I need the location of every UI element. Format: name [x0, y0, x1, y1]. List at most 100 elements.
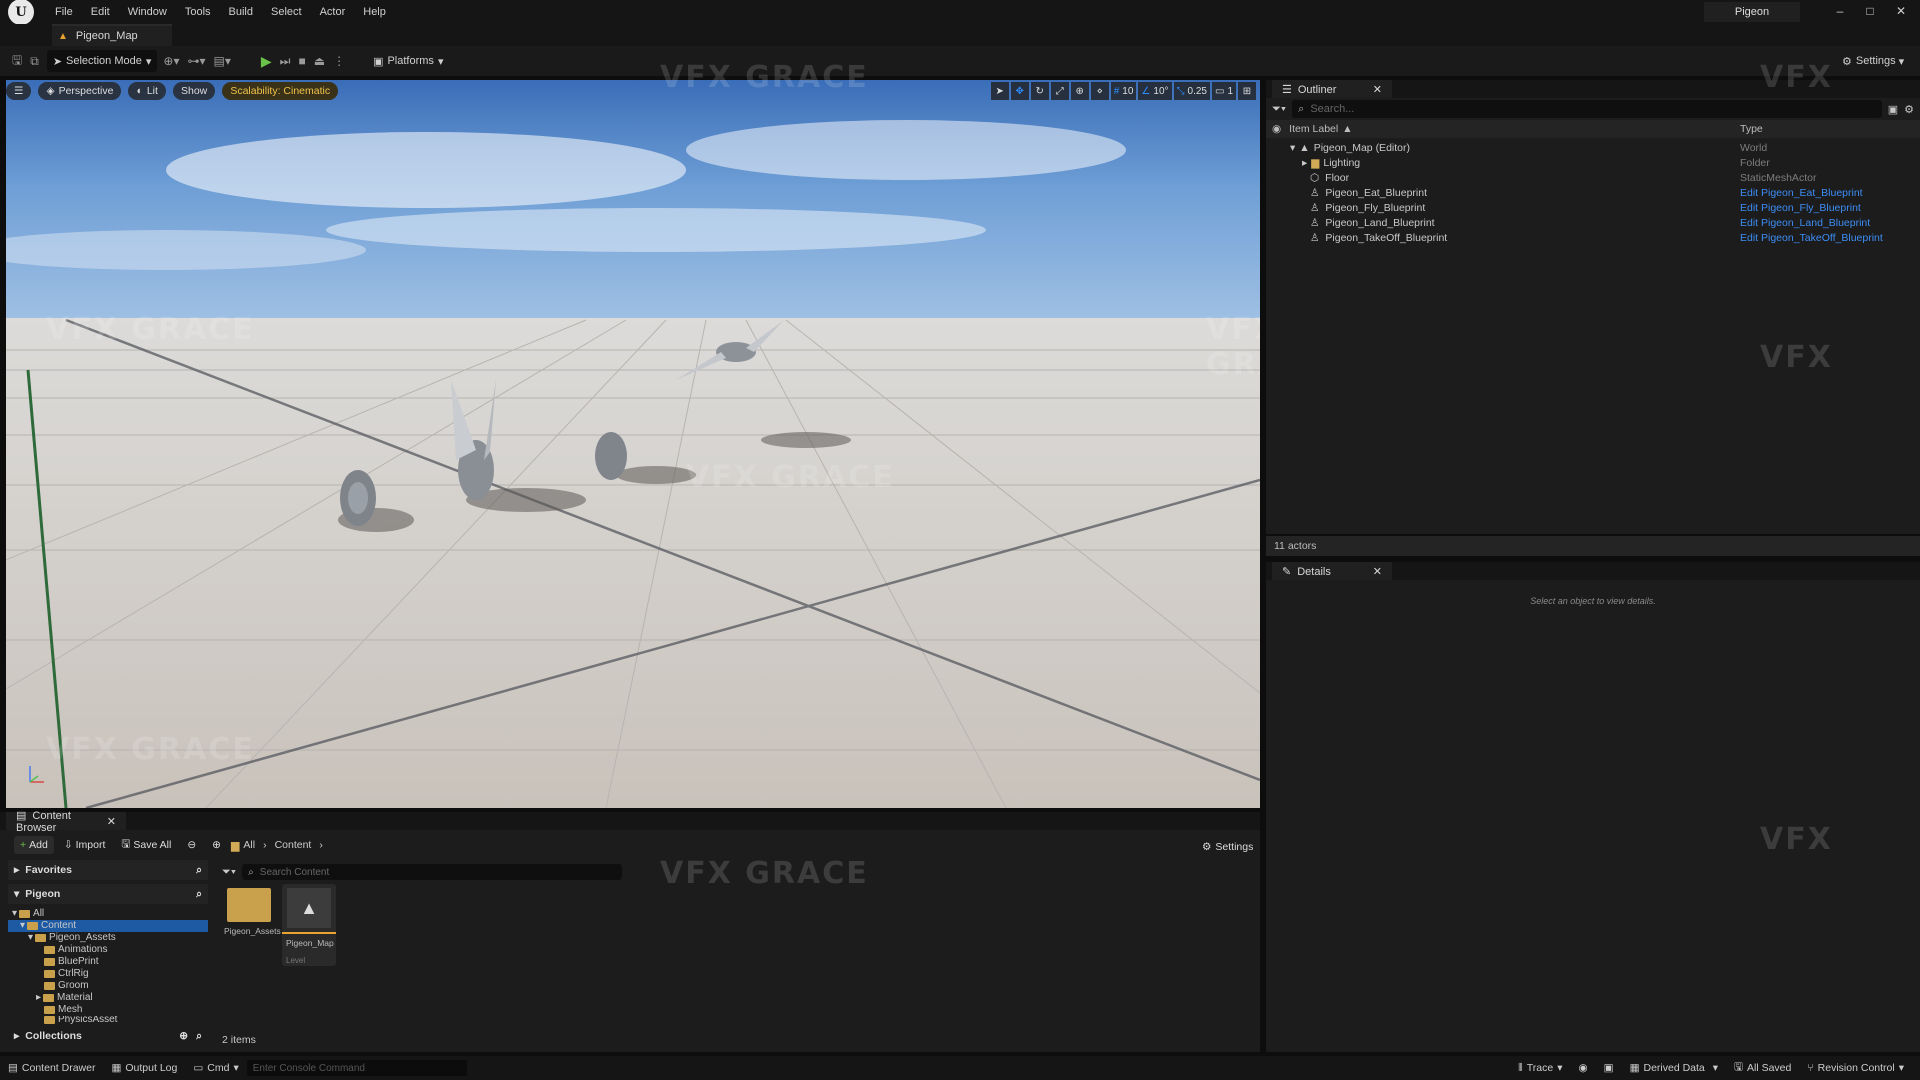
select-tool-icon[interactable]: ➤	[990, 82, 1009, 100]
close-tab-icon[interactable]: ✕	[1373, 565, 1382, 578]
show-button[interactable]: Show	[172, 82, 216, 100]
translate-tool-icon[interactable]: ✥	[1010, 82, 1029, 100]
filter-icon[interactable]: ⏷▾	[222, 866, 236, 879]
outliner-row[interactable]: ♙ Pigeon_TakeOff_Blueprint Edit Pigeon_Ta…	[1266, 230, 1920, 245]
scalability-badge[interactable]: Scalability: Cinematic	[222, 82, 339, 100]
menu-edit[interactable]: Edit	[82, 6, 119, 18]
surface-snap-icon[interactable]: ⋄	[1090, 82, 1109, 100]
tab-outliner[interactable]: ☰ Outliner ✕	[1272, 80, 1392, 98]
search-icon[interactable]: ⌕	[196, 888, 202, 901]
cinematics-icon[interactable]: ▤▾	[214, 54, 231, 68]
cmd-dropdown[interactable]: ▭ Cmd ▾	[185, 1062, 246, 1074]
add-collection-icon[interactable]: ⊕	[179, 1030, 188, 1042]
expand-arrow-icon[interactable]: ▸	[1302, 157, 1307, 169]
add-actor-icon[interactable]: ⊕▾	[163, 54, 179, 68]
platforms-dropdown[interactable]: ▣ Platforms ▾	[367, 50, 449, 72]
collapse-arrow-icon[interactable]: ▾	[1290, 142, 1295, 154]
camera-speed-button[interactable]: ▭ 1	[1211, 82, 1236, 100]
menu-help[interactable]: Help	[354, 6, 395, 18]
output-log-button[interactable]: ▦ Output Log	[103, 1062, 185, 1074]
viewport-layout-icon[interactable]: ⊞	[1238, 82, 1256, 100]
add-folder-icon[interactable]: ▣	[1888, 103, 1898, 116]
tree-item[interactable]: Groom	[8, 980, 208, 992]
scale-snap-button[interactable]: ⤡ 0.25	[1173, 82, 1210, 100]
visibility-icon[interactable]: ◉	[1272, 123, 1281, 135]
tree-item[interactable]: CtrlRig	[8, 968, 208, 980]
tree-item[interactable]: ▸ Material	[8, 992, 208, 1004]
search-icon[interactable]: ⌕	[196, 1030, 202, 1043]
outliner-row[interactable]: ♙ Pigeon_Land_Blueprint Edit Pigeon_Land_…	[1266, 215, 1920, 230]
level-viewport[interactable]: VFX GRACE VFX GRACE VFX GRACE VFX GRACE	[6, 80, 1260, 808]
unreal-logo-icon[interactable]: U	[8, 0, 34, 25]
outliner-row[interactable]: ⬡ Floor StaticMeshActor	[1266, 170, 1920, 185]
asset-tile[interactable]: ▲ Pigeon_Map Level	[282, 884, 336, 966]
stop-icon[interactable]: ■	[298, 54, 305, 68]
col-item-label[interactable]: Item Label	[1289, 123, 1338, 135]
outliner-row[interactable]: ♙ Pigeon_Eat_Blueprint Edit Pigeon_Eat_Bl…	[1266, 185, 1920, 200]
settings-button[interactable]: ⚙ Settings ▾	[1836, 50, 1910, 72]
outliner-row[interactable]: ♙ Pigeon_Fly_Blueprint Edit Pigeon_Fly_Bl…	[1266, 200, 1920, 215]
close-tab-icon[interactable]: ✕	[1373, 83, 1382, 96]
forward-icon[interactable]: ⊕	[206, 836, 227, 854]
edit-blueprint-link[interactable]: Edit Pigeon_Land_Blueprint	[1740, 217, 1870, 229]
browse-icon[interactable]: ⧉	[30, 54, 39, 69]
tab-pigeon-map[interactable]: ▲ Pigeon_Map	[52, 24, 172, 46]
trace-dropdown[interactable]: ⦀ Trace ▾	[1510, 1062, 1570, 1075]
menu-build[interactable]: Build	[220, 6, 262, 18]
lit-button[interactable]: ◐ Lit	[128, 82, 166, 100]
search-icon[interactable]: ⌕	[196, 864, 202, 877]
menu-actor[interactable]: Actor	[311, 6, 355, 18]
play-icon[interactable]: ▶	[261, 53, 272, 70]
tab-details[interactable]: ✎ Details ✕	[1272, 562, 1392, 580]
close-tab-icon[interactable]: ✕	[107, 815, 116, 828]
asset-tile[interactable]: Pigeon_Assets	[222, 884, 281, 966]
edit-blueprint-link[interactable]: Edit Pigeon_TakeOff_Blueprint	[1740, 232, 1883, 244]
settings-gear-icon[interactable]: ⚙	[1904, 103, 1914, 116]
perspective-button[interactable]: ◈ Perspective	[38, 82, 122, 100]
edit-blueprint-link[interactable]: Edit Pigeon_Eat_Blueprint	[1740, 187, 1863, 199]
viewport-menu-icon[interactable]: ☰	[6, 82, 32, 100]
add-button[interactable]: + Add	[14, 836, 54, 854]
edit-blueprint-link[interactable]: Edit Pigeon_Fly_Blueprint	[1740, 202, 1861, 214]
tree-item[interactable]: PhysicsAsset	[8, 1016, 208, 1024]
outliner-row[interactable]: ▾ ▲ Pigeon_Map (Editor) World	[1266, 140, 1920, 155]
tab-content-browser[interactable]: ▤ Content Browser ✕	[6, 810, 126, 834]
selection-mode-dropdown[interactable]: ➤ Selection Mode ▾	[46, 50, 158, 72]
revision-control-dropdown[interactable]: ⑂ Revision Control ▾	[1799, 1062, 1912, 1074]
menu-tools[interactable]: Tools	[176, 6, 220, 18]
favorites-header[interactable]: ▸ Favorites ⌕	[8, 860, 208, 880]
minimize-icon[interactable]: –	[1832, 4, 1848, 20]
step-icon[interactable]: ⏭	[280, 54, 291, 69]
collections-header[interactable]: ▸ Collections ⊕ ⌕	[8, 1026, 208, 1046]
all-saved-indicator[interactable]: 🖫 All Saved	[1726, 1059, 1799, 1077]
tree-item[interactable]: Animations	[8, 944, 208, 956]
tree-item[interactable]: ▾ All	[8, 908, 208, 920]
save-icon[interactable]: 🖫	[12, 51, 22, 72]
menu-window[interactable]: Window	[119, 6, 176, 18]
breadcrumb-content[interactable]: Content	[275, 839, 312, 851]
tree-item-selected[interactable]: ▾ Content	[8, 920, 208, 932]
close-window-icon[interactable]: ✕	[1893, 4, 1909, 20]
world-space-icon[interactable]: ⊕	[1070, 82, 1089, 100]
screenshot-icon[interactable]: ▣	[1596, 1062, 1622, 1074]
scale-tool-icon[interactable]: ⤢	[1050, 82, 1069, 100]
tree-item[interactable]: Mesh	[8, 1004, 208, 1016]
tree-item[interactable]: ▾ Pigeon_Assets	[8, 932, 208, 944]
grid-snap-button[interactable]: #10	[1110, 82, 1137, 100]
import-button[interactable]: ⇩ Import	[58, 836, 112, 854]
maximize-icon[interactable]: □	[1862, 4, 1878, 20]
menu-select[interactable]: Select	[262, 6, 311, 18]
breadcrumb-all[interactable]: All	[243, 839, 255, 851]
filter-icon[interactable]: ⏷▾	[1272, 103, 1286, 116]
console-input[interactable]: Enter Console Command	[246, 1060, 467, 1076]
menu-file[interactable]: File	[46, 6, 82, 18]
outliner-search-input[interactable]: ⌕ Search...	[1292, 100, 1882, 118]
back-icon[interactable]: ⊖	[181, 836, 202, 854]
save-all-button[interactable]: 🖫 Save All	[115, 836, 177, 854]
rotation-snap-button[interactable]: ∠ 10°	[1138, 82, 1172, 100]
more-options-icon[interactable]: ⋮	[333, 54, 345, 68]
cb-settings-button[interactable]: ⚙ Settings	[1196, 838, 1259, 856]
record-icon[interactable]: ◉	[1570, 1062, 1595, 1074]
asset-search-input[interactable]: ⌕ Search Content	[242, 864, 623, 880]
rotate-tool-icon[interactable]: ↻	[1030, 82, 1049, 100]
